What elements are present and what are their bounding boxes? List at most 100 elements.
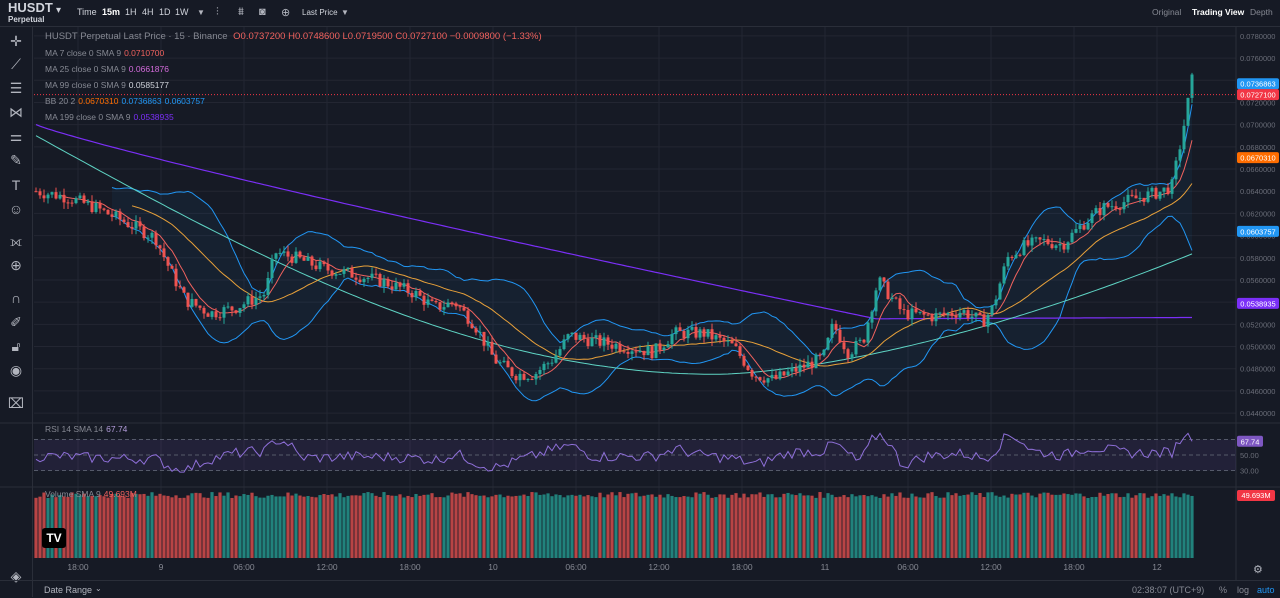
volume-bar [1094, 496, 1098, 558]
volume-bar [1042, 492, 1046, 558]
date-range-button[interactable]: Date Range [44, 585, 92, 595]
legend-volume[interactable]: Volume SMA 9 49.693M [42, 489, 137, 499]
volume-bar [1086, 497, 1090, 558]
volume-bar [550, 496, 554, 558]
candle-body [622, 351, 626, 353]
volume-bar [502, 497, 506, 558]
volume-bar [906, 497, 910, 558]
candle-body [202, 307, 206, 314]
candle-body [862, 339, 866, 343]
candle-body [1134, 195, 1138, 199]
volume-bar [1026, 492, 1030, 558]
bb-lower: 0.0603757 [164, 96, 205, 106]
candle-body [990, 305, 994, 315]
candle-body [354, 277, 358, 280]
legend-bb[interactable]: BB 20 2 0.0670310 0.0736863 0.0603757 [42, 96, 205, 106]
candle-body [222, 307, 226, 318]
candle-body [986, 314, 990, 327]
volume-bar [1154, 493, 1158, 558]
volume-bar [226, 492, 230, 558]
candle-body [586, 338, 590, 347]
volume-bar [754, 494, 758, 558]
candle-body [242, 304, 246, 308]
candle-body [330, 270, 334, 276]
settings-icon[interactable]: ⚙ [1253, 563, 1263, 576]
candle-body [818, 354, 822, 356]
candle-body [1046, 239, 1050, 245]
percent-toggle[interactable]: % [1219, 585, 1227, 595]
chevron-down-icon[interactable]: ⌄ [95, 584, 102, 593]
volume-bar [538, 494, 542, 558]
volume-bar [978, 493, 982, 558]
candle-body [210, 311, 214, 317]
candle-body [918, 311, 922, 313]
candle-body [110, 214, 114, 217]
candle-body [358, 279, 362, 282]
time-tick-label: 12:00 [648, 562, 670, 572]
candle-body [1038, 237, 1042, 240]
legend-ma7[interactable]: MA 7 close 0 SMA 9 0.0710700 [42, 48, 164, 58]
volume-bar [1010, 493, 1014, 558]
log-toggle[interactable]: log [1237, 585, 1249, 595]
candle-body [1010, 256, 1014, 258]
candle-body [406, 283, 410, 293]
rsi-tick-label: 50.00 [1240, 451, 1259, 460]
legend-rsi[interactable]: RSI 14 SMA 14 67.74 [42, 424, 127, 434]
volume-bar [518, 495, 522, 558]
candle-body [270, 258, 274, 278]
candle-body [634, 351, 638, 353]
candle-body [494, 354, 498, 364]
volume-bar [602, 497, 606, 558]
volume-bar [1066, 494, 1070, 558]
candle-body [666, 344, 670, 348]
volume-bar [366, 492, 370, 558]
volume-bar [1002, 495, 1006, 558]
price-tick-label: 0.0700000 [1240, 121, 1275, 130]
candle-body [442, 307, 446, 310]
volume-bar [690, 497, 694, 558]
ma25-label: MA 25 close 0 SMA 9 [45, 64, 126, 74]
legend-ma199[interactable]: MA 199 close 0 SMA 9 0.0538935 [42, 112, 174, 122]
volume-bar [850, 494, 854, 558]
candle-body [978, 312, 982, 315]
legend-ma25[interactable]: MA 25 close 0 SMA 9 0.0661876 [42, 64, 169, 74]
time-tick-label: 12 [1152, 562, 1162, 572]
legend-ma99[interactable]: MA 99 close 0 SMA 9 0.0585177 [42, 80, 169, 90]
volume-bar [206, 497, 210, 558]
candle-body [922, 311, 926, 315]
volume-bar [738, 497, 742, 558]
volume-bar [734, 493, 738, 558]
candle-body [1054, 245, 1058, 248]
volume-bar [126, 497, 130, 558]
candle-body [1074, 229, 1078, 233]
candle-body [446, 302, 450, 308]
volume-bar [1178, 497, 1182, 558]
volume-bar [882, 494, 886, 558]
volume-bar [942, 497, 946, 558]
candle-body [326, 264, 330, 271]
auto-toggle[interactable]: auto [1257, 585, 1275, 595]
candle-body [770, 374, 774, 379]
volume-bar [198, 493, 202, 558]
price-tag-label: 0.0736863 [1240, 80, 1275, 89]
volume-bar [782, 493, 786, 558]
bb-label: BB 20 2 [45, 96, 76, 106]
candle-body [670, 334, 674, 345]
candle-body [126, 222, 130, 227]
tradingview-logo: TV [42, 528, 66, 548]
legend-ohlc: O0.0737200 H0.0748600 L0.0719500 C0.0727… [233, 31, 542, 42]
time-tick-label: 12:00 [980, 562, 1002, 572]
price-chart[interactable]: 0.07800000.07600000.07400000.07200000.07… [0, 0, 1280, 597]
candle-body [782, 371, 786, 376]
candle-body [842, 342, 846, 350]
volume-bar [1098, 492, 1102, 558]
candle-body [486, 341, 490, 346]
volume-bar [1190, 495, 1194, 558]
candle-body [1162, 187, 1166, 192]
volume-bar [982, 497, 986, 558]
time-tick-label: 06:00 [897, 562, 919, 572]
candle-body [266, 278, 270, 295]
volume-bar [1162, 494, 1166, 558]
volume-bar [930, 492, 934, 558]
candle-body [402, 283, 406, 287]
